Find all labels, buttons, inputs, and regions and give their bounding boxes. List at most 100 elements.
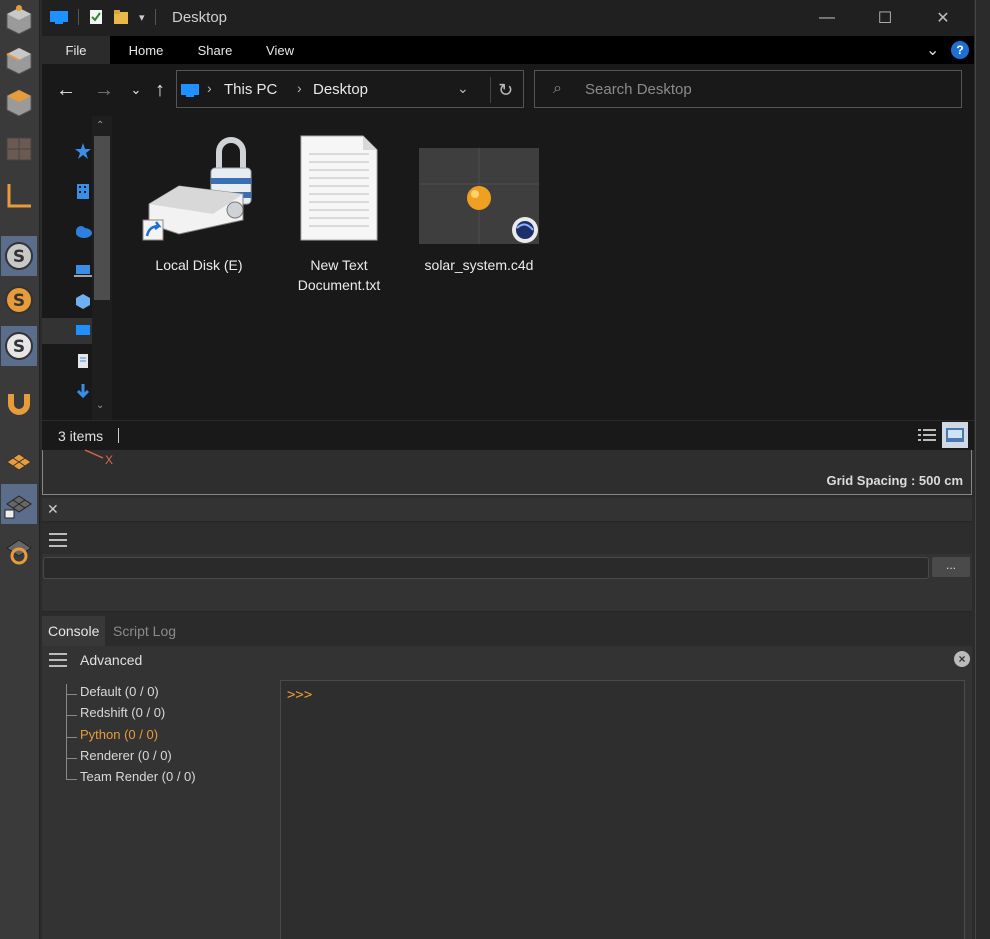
new-folder-icon[interactable] xyxy=(113,9,129,25)
axis-x-label: X xyxy=(105,453,114,467)
cube-edges-icon[interactable] xyxy=(1,40,37,80)
breadcrumb-this-pc[interactable]: This PC xyxy=(224,81,277,98)
console-panel: Advanced × Default (0 / 0) Redshift (0 /… xyxy=(42,646,972,939)
recent-locations-icon[interactable]: ⌄ xyxy=(124,78,148,102)
tab-console[interactable]: Console xyxy=(42,616,106,646)
breadcrumb-separator-icon: › xyxy=(207,80,212,96)
planar-workplane-icon[interactable] xyxy=(1,530,37,570)
divider xyxy=(78,9,79,25)
onedrive-cloud-icon[interactable] xyxy=(74,222,92,240)
magnet-icon[interactable] xyxy=(1,384,37,424)
tab-script-log[interactable]: Script Log xyxy=(107,616,182,646)
forward-arrow-icon[interactable]: → xyxy=(92,78,116,102)
axis-gizmo-icon xyxy=(84,449,104,459)
file-explorer-window: ▾ Desktop — ☐ ✕ File Home Share View ⌄ ?… xyxy=(42,0,974,450)
file-item-local-disk[interactable]: Local Disk (E) xyxy=(134,134,264,275)
cube-points-icon[interactable] xyxy=(1,0,37,40)
locked-workplane-icon[interactable] xyxy=(1,484,37,524)
local-disk-drive-icon xyxy=(142,137,252,241)
breadcrumb-separator-icon: › xyxy=(297,80,302,96)
panel-menu-bar xyxy=(42,524,972,554)
title-bar: ▾ Desktop — ☐ ✕ xyxy=(42,0,974,36)
console-output[interactable]: >>> xyxy=(280,680,965,939)
snap-settings-icon[interactable]: S xyxy=(1,280,37,320)
scrollbar-thumb[interactable] xyxy=(94,136,110,300)
quick-access-star-icon[interactable] xyxy=(74,142,92,160)
window-title: Desktop xyxy=(172,9,228,26)
navigation-pane: ⌃ ⌄ xyxy=(42,116,114,420)
status-bar: 3 items xyxy=(42,420,974,450)
scroll-down-icon[interactable]: ⌄ xyxy=(96,400,104,411)
address-bar[interactable]: › This PC › Desktop ⌄ xyxy=(176,70,524,108)
building-icon[interactable] xyxy=(74,182,92,200)
console-tabs: Console Script Log xyxy=(42,616,972,646)
expand-ribbon-icon[interactable]: ⌄ xyxy=(926,40,939,60)
axis-icon[interactable] xyxy=(1,176,37,216)
refresh-icon[interactable]: ↻ xyxy=(490,77,520,103)
divider xyxy=(154,9,156,25)
navigation-bar: ← → ⌄ ↑ › This PC › Desktop ⌄ ↻ ⌕ Search… xyxy=(42,64,974,116)
monitor-icon xyxy=(50,11,68,24)
3d-objects-icon[interactable] xyxy=(74,292,92,310)
c4d-file-thumbnail-icon xyxy=(419,148,539,246)
search-box[interactable]: ⌕ Search Desktop xyxy=(534,70,962,108)
console-header: Advanced × xyxy=(42,646,972,674)
downloads-icon[interactable] xyxy=(74,382,92,400)
ribbon-tabs: File Home Share View ⌄ ? xyxy=(42,36,974,64)
file-item-solar-system-c4d[interactable]: solar_system.c4d xyxy=(414,134,544,275)
file-label: solar_system.c4d xyxy=(424,257,534,273)
tree-item-renderer[interactable]: Renderer (0 / 0) xyxy=(66,748,196,769)
uv-grid-icon[interactable] xyxy=(1,128,37,168)
maximize-button[interactable]: ☐ xyxy=(862,4,908,32)
workplane-icon[interactable] xyxy=(1,440,37,480)
scroll-up-icon[interactable]: ⌃ xyxy=(96,120,104,131)
grid-spacing-label: Grid Spacing : 500 cm xyxy=(826,473,963,488)
details-view-icon[interactable] xyxy=(914,422,940,448)
close-console-icon[interactable]: × xyxy=(954,651,970,667)
nav-pane-scrollbar[interactable]: ⌃ ⌄ xyxy=(92,116,112,420)
hamburger-menu-icon[interactable] xyxy=(49,533,67,551)
documents-icon[interactable] xyxy=(74,352,92,370)
panel-header: ✕ xyxy=(42,498,972,522)
console-title: Advanced xyxy=(80,652,143,668)
console-menu-icon[interactable] xyxy=(49,653,67,671)
customize-quick-access-icon[interactable]: ▾ xyxy=(139,11,145,24)
c4d-left-toolbar: S S S xyxy=(0,0,40,939)
back-arrow-icon[interactable]: ← xyxy=(54,78,78,102)
tab-home[interactable]: Home xyxy=(116,36,176,64)
tab-share[interactable]: Share xyxy=(188,36,242,64)
tree-item-python[interactable]: Python (0 / 0) xyxy=(66,727,196,748)
up-arrow-icon[interactable]: ↑ xyxy=(148,78,172,102)
tree-item-team-render[interactable]: Team Render (0 / 0) xyxy=(66,769,196,790)
tab-file[interactable]: File xyxy=(42,36,110,64)
snap-workplane-icon[interactable]: S xyxy=(1,326,37,366)
large-icons-view-icon[interactable] xyxy=(942,422,968,448)
screen: S S S ▾ Desktop — ☐ ✕ File Home Share Vi… xyxy=(0,0,990,939)
desktop-folder-icon[interactable] xyxy=(74,322,92,340)
address-dropdown-icon[interactable]: ⌄ xyxy=(457,80,469,97)
close-panel-icon[interactable]: ✕ xyxy=(47,501,59,518)
search-input[interactable]: Search Desktop xyxy=(585,81,692,98)
console-tree: Default (0 / 0) Redshift (0 / 0) Python … xyxy=(66,684,196,790)
this-pc-nav-icon[interactable] xyxy=(74,262,92,280)
tab-view[interactable]: View xyxy=(256,36,304,64)
browse-button[interactable]: ... xyxy=(932,557,970,577)
python-prompt: >>> xyxy=(287,687,313,703)
tree-item-redshift[interactable]: Redshift (0 / 0) xyxy=(66,705,196,726)
search-icon: ⌕ xyxy=(553,80,562,97)
cube-polygons-icon[interactable] xyxy=(1,82,37,122)
minimize-button[interactable]: — xyxy=(804,4,850,32)
close-button[interactable]: ✕ xyxy=(920,4,966,32)
file-label: New Text Document.txt xyxy=(297,257,381,293)
properties-icon[interactable] xyxy=(89,9,103,25)
snap-icon[interactable]: S xyxy=(1,236,37,276)
3d-viewport[interactable]: X Grid Spacing : 500 cm xyxy=(42,449,972,495)
breadcrumb-desktop[interactable]: Desktop xyxy=(313,81,368,98)
text-document-icon xyxy=(300,135,378,241)
tree-item-default[interactable]: Default (0 / 0) xyxy=(66,684,196,705)
text-caret xyxy=(118,428,119,443)
help-icon[interactable]: ? xyxy=(951,41,969,59)
file-item-new-text-document[interactable]: New Text Document.txt xyxy=(274,134,404,295)
file-list: Local Disk (E) New Text Document.txt sol… xyxy=(114,116,974,420)
command-input[interactable] xyxy=(43,557,929,579)
